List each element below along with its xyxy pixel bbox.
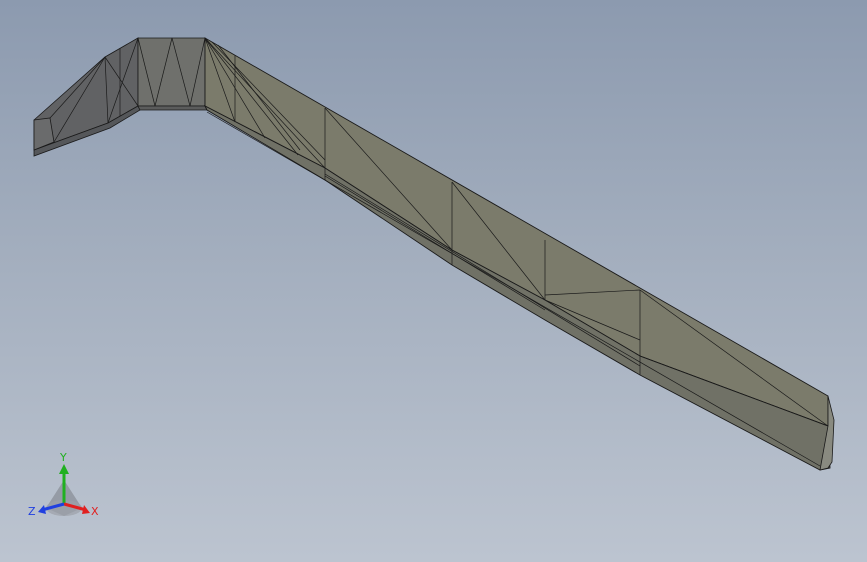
y-axis-label: Y <box>59 451 67 464</box>
long-arm-lower-face <box>203 104 831 471</box>
x-axis-arrow <box>82 505 90 514</box>
z-axis-arrow <box>38 505 46 514</box>
orientation-triad[interactable]: Y X Z <box>24 446 104 526</box>
corner-top-face <box>137 37 206 107</box>
graphics-viewport[interactable]: Y X Z <box>0 0 867 562</box>
y-axis-arrow <box>59 464 69 474</box>
z-axis-label: Z <box>28 505 36 518</box>
x-axis-label: X <box>91 505 99 518</box>
corner-bottom-strip <box>137 105 208 111</box>
model-geometry[interactable] <box>0 0 867 562</box>
long-arm-top-face <box>204 37 829 427</box>
